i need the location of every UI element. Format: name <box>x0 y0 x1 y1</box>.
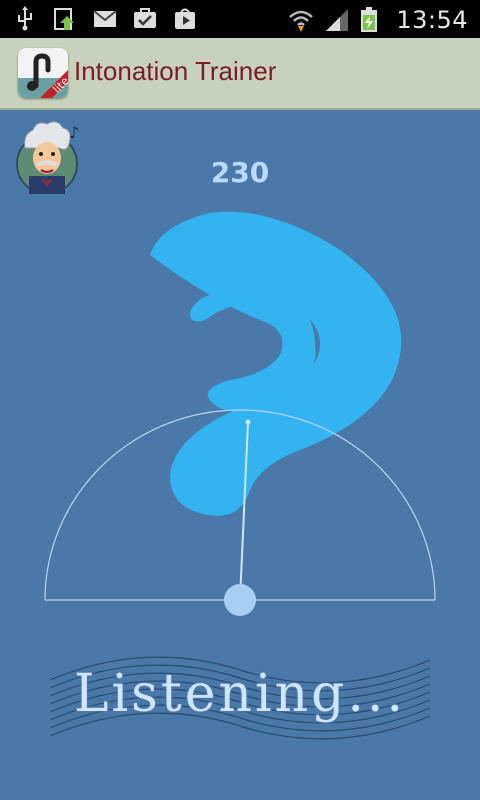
wifi-icon <box>288 7 314 33</box>
gauge-arc <box>44 409 436 601</box>
status-bar: 13:54 <box>0 0 480 38</box>
clock: 13:54 <box>396 6 468 34</box>
needle-tip <box>245 419 251 425</box>
action-bar: lite Intonation Trainer <box>0 38 480 110</box>
pitch-gauge <box>44 409 436 616</box>
svg-text:♪: ♪ <box>69 123 79 142</box>
app-title: Intonation Trainer <box>74 56 277 86</box>
gmail-icon <box>92 6 118 32</box>
pitch-readout: 230 <box>210 156 270 189</box>
needle-pivot <box>224 584 256 616</box>
battery-icon <box>360 7 386 33</box>
listening-indicator: Listening... <box>50 640 430 750</box>
gauge-needle <box>239 421 249 601</box>
app-logo-icon[interactable]: lite <box>18 48 68 98</box>
usb-icon <box>12 6 38 32</box>
play-store-icon <box>172 6 198 32</box>
signal-icon <box>324 7 350 33</box>
upload-icon <box>52 6 78 32</box>
main-content: ♪ 230 Listening... <box>0 110 480 800</box>
task-icon <box>132 6 158 32</box>
status-label: Listening... <box>73 664 406 724</box>
